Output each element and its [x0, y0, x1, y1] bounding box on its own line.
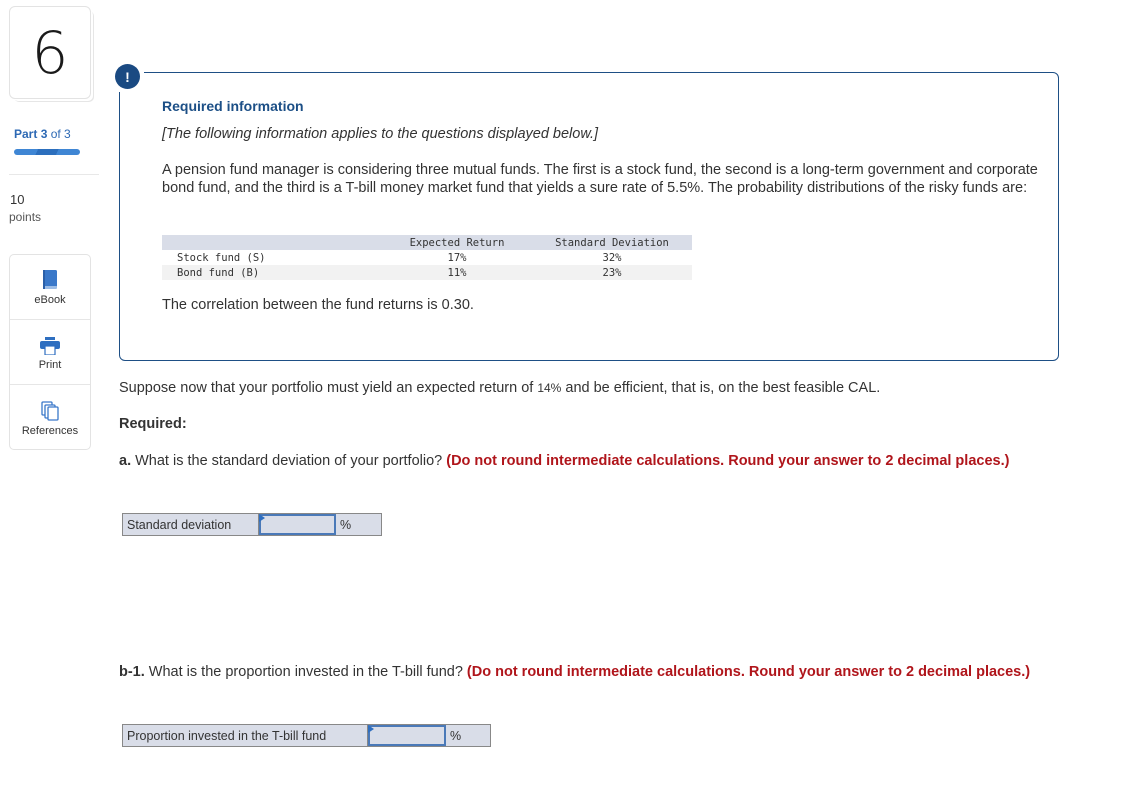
ebook-label: eBook — [34, 294, 66, 306]
print-button[interactable]: Print — [10, 320, 90, 385]
information-note: [The following information applies to th… — [162, 126, 599, 142]
fund-name: Bond fund (B) — [162, 265, 382, 280]
required-information-box — [119, 72, 1059, 361]
fund-name: Stock fund (S) — [177, 251, 266, 264]
references-icon — [41, 399, 59, 421]
table-header-std-dev: Standard Deviation — [532, 235, 692, 250]
question-number: 6 — [31, 18, 69, 87]
answer-row-tbill-proportion: Proportion invested in the T-bill fund % — [122, 724, 491, 747]
question-b1: b-1. What is the proportion invested in … — [119, 664, 1031, 680]
printer-icon — [40, 333, 60, 355]
sidebar-divider — [9, 174, 99, 175]
unit-label: % — [340, 517, 352, 532]
fund-distribution-table: Expected Return Standard Deviation Stock… — [162, 235, 692, 280]
table-header-expected-return: Expected Return — [382, 235, 532, 250]
print-label: Print — [38, 359, 62, 371]
std-dev-input[interactable] — [259, 514, 336, 535]
expected-return: 11% — [382, 265, 532, 280]
points-value: 10 — [10, 192, 25, 207]
answer-label: Standard deviation — [123, 514, 259, 535]
problem-intro: A pension fund manager is considering th… — [162, 162, 1038, 196]
required-label: Required: — [119, 416, 187, 432]
table-row: Stock fund (S) 17% 32% — [162, 250, 692, 265]
tools-panel: eBook Print References — [9, 254, 91, 450]
expected-return: 17% — [447, 251, 467, 264]
answer-label: Proportion invested in the T-bill fund — [123, 725, 368, 746]
book-icon — [42, 268, 58, 290]
table-header-fund — [162, 235, 382, 250]
tbill-proportion-input[interactable] — [368, 725, 446, 746]
answer-row-std-dev: Standard deviation % — [122, 513, 382, 536]
part-progress-bar — [14, 149, 80, 155]
part-indicator: Part 3 of 3 — [14, 127, 71, 141]
required-information-title: Required information — [162, 98, 304, 114]
std-dev: 23% — [532, 265, 692, 280]
ebook-button[interactable]: eBook — [10, 255, 90, 320]
question-a: a. What is the standard deviation of you… — [119, 453, 1010, 469]
table-row: Bond fund (B) 11% 23% — [162, 265, 692, 280]
alert-icon: ! — [115, 64, 140, 89]
question-number-card: 6 — [9, 6, 91, 99]
references-button[interactable]: References — [10, 385, 90, 450]
rounding-instruction: (Do not round intermediate calculations.… — [446, 453, 1010, 469]
points-label: points — [9, 210, 42, 224]
correlation-text: The correlation between the fund returns… — [162, 297, 474, 313]
references-label: References — [21, 424, 79, 437]
scenario-text: Suppose now that your portfolio must yie… — [119, 380, 881, 396]
std-dev: 32% — [602, 251, 622, 264]
unit-label: % — [450, 728, 462, 743]
rounding-instruction: (Do not round intermediate calculations.… — [466, 664, 1031, 680]
table-header-row: Expected Return Standard Deviation — [162, 235, 692, 250]
